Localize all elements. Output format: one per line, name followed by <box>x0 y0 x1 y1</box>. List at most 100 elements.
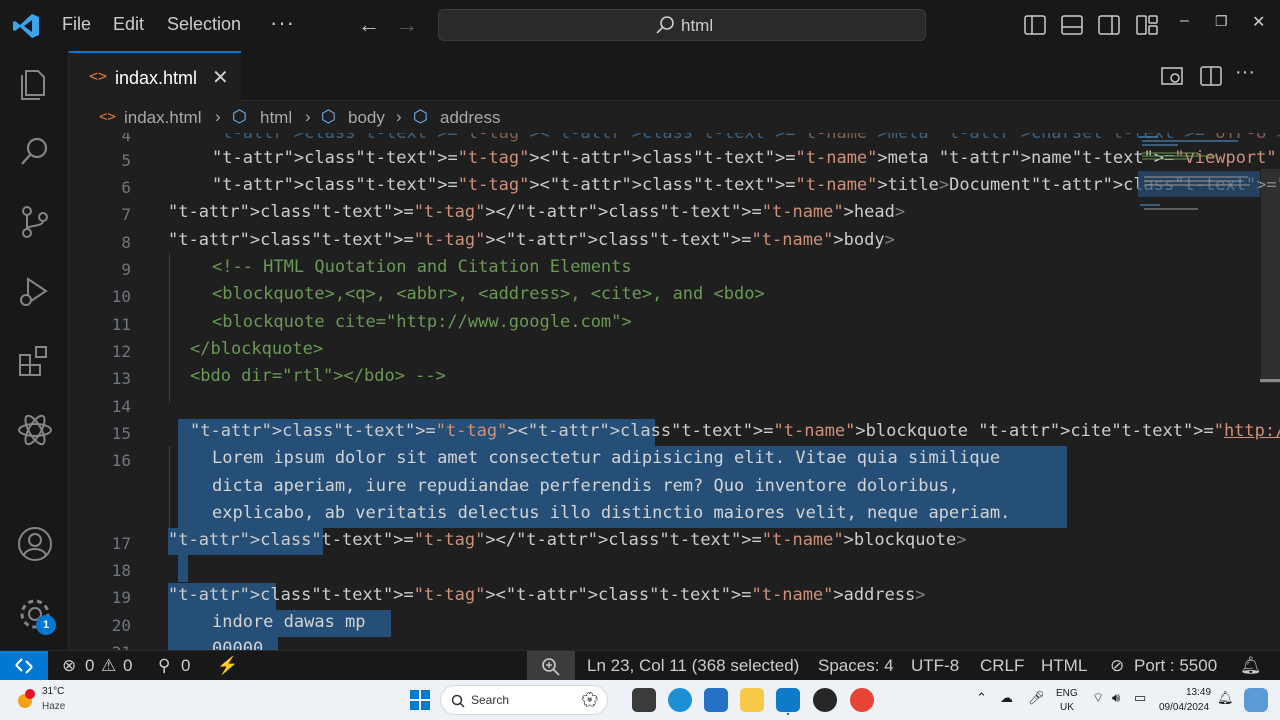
copilot-icon[interactable] <box>1244 688 1268 712</box>
chevron-right-icon: › <box>215 107 221 126</box>
line-number: 21 <box>69 643 131 650</box>
battery-icon[interactable]: ▭ <box>1134 690 1146 706</box>
command-center-text: html <box>681 16 714 35</box>
code-line: "t-attr">class"t-text">="t-tag"><"t-attr… <box>212 148 1277 168</box>
code-line: 00000 <box>212 639 264 650</box>
extensions-icon[interactable] <box>16 341 54 379</box>
close-tab-icon[interactable]: ✕ <box>212 65 229 90</box>
ports-icon[interactable]: ⚲ <box>158 656 170 676</box>
language-mode[interactable]: HTML <box>1041 656 1087 676</box>
media-player-icon[interactable] <box>813 688 837 712</box>
volume-icon[interactable]: 🔊︎ <box>1112 690 1120 706</box>
terminal-app-icon[interactable] <box>632 688 656 712</box>
close-window-icon[interactable]: ✕ <box>1252 12 1265 32</box>
encoding[interactable]: UTF-8 <box>911 656 959 676</box>
toggle-secondary-sidebar-icon[interactable] <box>1098 14 1120 36</box>
line-number: 13 <box>111 369 131 388</box>
live-server-port[interactable]: Port : 5500 <box>1134 656 1217 676</box>
run-debug-icon[interactable] <box>16 273 54 311</box>
error-icon[interactable]: ⊗ <box>62 656 76 676</box>
search-icon[interactable] <box>16 133 54 171</box>
line-number: 16 <box>111 451 131 470</box>
vscode-logo-icon[interactable] <box>12 12 40 40</box>
code-line: "t-attr">class"t-text">="t-tag"><"t-attr… <box>212 133 1280 143</box>
line-number: 17 <box>111 534 131 553</box>
toggle-primary-sidebar-icon[interactable] <box>1024 14 1046 36</box>
command-center-search[interactable]: html <box>438 9 926 41</box>
notification-bell-icon[interactable]: 🔔︎ <box>1217 690 1234 706</box>
error-count: 0 <box>85 656 95 675</box>
vscode-taskbar-icon[interactable] <box>776 688 800 712</box>
more-actions-icon[interactable]: ··· <box>1235 61 1257 83</box>
scrollbar-cursor-marker <box>1260 379 1280 382</box>
weather-sun-icon[interactable] <box>14 688 36 710</box>
code-editor[interactable]: 4 5 6 7 8 9 10 11 12 13 14 15 16 17 18 1… <box>69 133 1280 650</box>
clock-time[interactable]: 13:49 <box>1186 687 1211 698</box>
toggle-panel-icon[interactable] <box>1061 14 1083 36</box>
windows-start-icon[interactable] <box>408 688 432 712</box>
edge-browser-icon[interactable] <box>668 688 692 712</box>
maximize-icon[interactable]: ❐ <box>1215 13 1228 30</box>
source-control-icon[interactable] <box>16 203 54 241</box>
explorer-icon[interactable] <box>16 65 54 103</box>
onedrive-icon[interactable]: ☁︎ <box>1000 690 1013 706</box>
store-app-icon[interactable] <box>704 688 728 712</box>
minimize-icon[interactable]: – <box>1180 12 1189 30</box>
warning-count: 0 <box>123 656 133 675</box>
live-share-icon[interactable]: ⚡ <box>217 656 238 676</box>
line-number: 12 <box>111 342 131 361</box>
wifi-icon[interactable]: ⌔ <box>1092 690 1104 706</box>
code-line: indore dawas mp <box>212 612 366 632</box>
input-language[interactable]: ENG <box>1056 688 1078 699</box>
symbol-element-icon: ⬡ <box>232 107 247 126</box>
code-line: <bdo dir="rtl"></bdo> --> <box>190 366 446 386</box>
file-explorer-icon[interactable] <box>740 688 764 712</box>
microphone-icon[interactable]: 🎤︎ <box>1028 690 1045 706</box>
open-preview-icon[interactable] <box>1161 65 1183 87</box>
status-bar: ⊗ 0 ⚠ 0 ⚲ 0 ⚡ Ln 23, Col 11 (368 selecte… <box>0 650 1280 681</box>
zoom-indicator[interactable] <box>527 651 575 681</box>
warning-icon[interactable]: ⚠ <box>101 656 116 676</box>
windows-taskbar: 31°C Haze Search 🌸︎ ⌃ ☁︎ 🎤︎ ENG UK ⌔ 🔊︎ … <box>0 680 1280 720</box>
back-arrow-icon[interactable]: ← <box>358 12 380 38</box>
breadcrumb-body[interactable]: body <box>348 108 385 128</box>
breadcrumb-html[interactable]: html <box>260 108 292 128</box>
vertical-scrollbar[interactable] <box>1261 169 1280 383</box>
line-number: 10 <box>111 287 131 306</box>
activity-bar <box>0 51 69 650</box>
line-number: 6 <box>121 178 131 197</box>
forward-arrow-icon[interactable]: → <box>396 12 418 38</box>
split-editor-icon[interactable] <box>1200 65 1222 87</box>
line-number: 5 <box>121 151 131 170</box>
menu-more[interactable]: ··· <box>270 10 295 36</box>
code-line: <blockquote cite="http://www.google.com"… <box>212 312 632 332</box>
atom-extension-icon[interactable] <box>16 411 54 449</box>
menu-edit[interactable]: Edit <box>113 14 144 35</box>
line-number: 8 <box>121 233 131 252</box>
cursor-position[interactable]: Ln 23, Col 11 (368 selected) <box>587 656 799 676</box>
minimap[interactable] <box>1138 133 1260 233</box>
settings-notification-badge: 1 <box>36 615 56 635</box>
search-label: Search <box>471 693 510 707</box>
menu-selection[interactable]: Selection <box>167 14 241 35</box>
end-of-line[interactable]: CRLF <box>980 656 1024 676</box>
tab-indax-html[interactable]: <> indax.html ✕ <box>69 51 241 101</box>
search-icon <box>451 694 465 708</box>
code-line: "t-attr">class"t-text">="t-tag"><"t-attr… <box>168 230 895 250</box>
notifications-bell-icon[interactable]: 🔔︎ <box>1240 656 1262 676</box>
breadcrumb-file[interactable]: indax.html <box>124 108 201 128</box>
show-hidden-icons-chevron-icon[interactable]: ⌃ <box>976 690 987 706</box>
remote-icon <box>15 658 33 674</box>
taskbar-search[interactable]: Search 🌸︎ <box>440 685 608 715</box>
chrome-browser-icon[interactable] <box>850 688 874 712</box>
weather-condition: Haze <box>42 701 66 712</box>
account-icon[interactable] <box>16 525 54 563</box>
remote-indicator[interactable] <box>0 651 48 681</box>
clock-date[interactable]: 09/04/2024 <box>1159 702 1209 713</box>
customize-layout-icon[interactable] <box>1136 14 1158 36</box>
breadcrumb-address[interactable]: address <box>440 108 500 128</box>
weather-temperature: 31°C <box>42 686 65 697</box>
tab-bar: <> indax.html ✕ ··· <box>69 51 1280 101</box>
menu-file[interactable]: File <box>62 14 91 35</box>
indentation[interactable]: Spaces: 4 <box>818 656 894 676</box>
